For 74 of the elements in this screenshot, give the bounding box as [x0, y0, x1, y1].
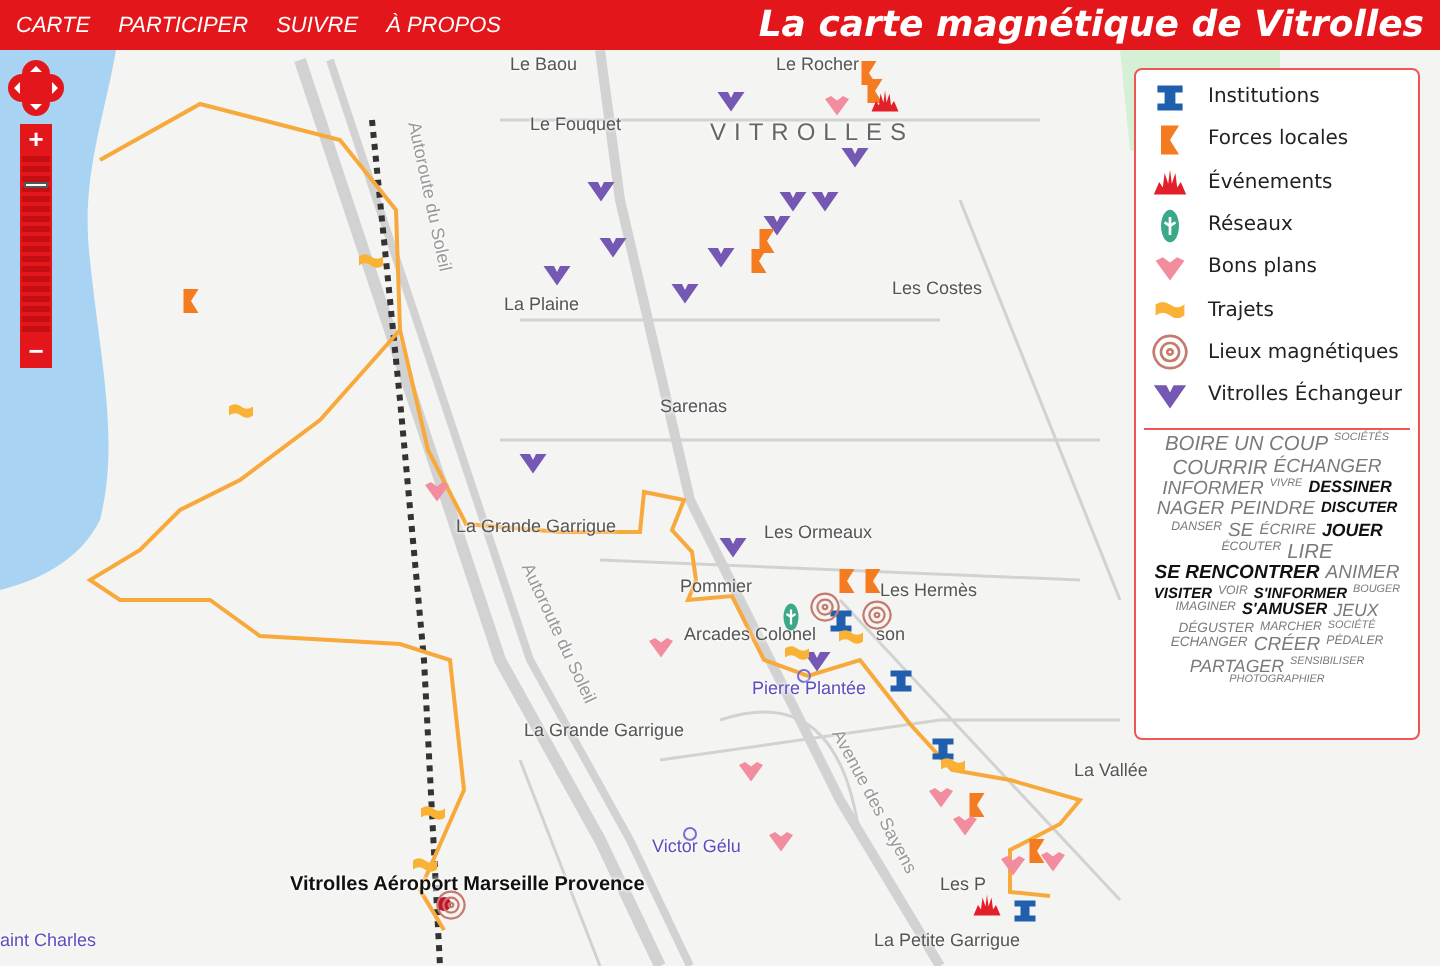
cloud-word: DESSINER: [1308, 479, 1392, 500]
v-shape-icon[interactable]: [670, 278, 700, 308]
nav-link[interactable]: À PROPOS: [386, 13, 502, 37]
cloud-word: NAGER: [1156, 500, 1225, 521]
i-beam-icon: [1152, 79, 1188, 116]
concentric-circles-icon: [1152, 334, 1188, 371]
cloud-word: JEUX: [1333, 602, 1379, 621]
map-label: Les Ormeaux: [764, 522, 873, 542]
cloud-word: JOUER: [1321, 521, 1383, 543]
map-label: Arcades Colonel: [684, 624, 817, 644]
map-label: Sarenas: [660, 396, 728, 416]
v-shape-icon[interactable]: [716, 86, 746, 116]
map-label: La Plaine: [504, 294, 580, 314]
map-label: La Petite Garrigue: [874, 930, 1021, 950]
v-shape-icon[interactable]: [762, 210, 792, 240]
map-label: Les Hermès: [880, 580, 978, 600]
legend-label[interactable]: Vitrolles Échangeur: [1208, 384, 1402, 407]
v-shape-icon[interactable]: [518, 448, 548, 478]
cloud-word: INFORMER: [1162, 479, 1264, 500]
i-beam-icon[interactable]: [928, 734, 958, 764]
nav-link[interactable]: SUIVRE: [276, 13, 359, 37]
cloud-word: ANIMER: [1325, 564, 1400, 585]
cloud-word: SE: [1228, 521, 1254, 542]
cloud-word: BOIRE UN COUP: [1164, 434, 1328, 457]
map-label: Les P: [940, 874, 987, 894]
v-shape-icon[interactable]: [706, 242, 736, 272]
i-beam-icon[interactable]: [826, 606, 856, 636]
v-shape-icon[interactable]: [598, 232, 628, 262]
stop-dot: [797, 669, 811, 683]
v-shape-icon[interactable]: [810, 186, 840, 216]
legend-label[interactable]: Forces locales: [1208, 128, 1349, 151]
cloud-word: PEINDRE: [1230, 500, 1315, 521]
zoom-slider-thumb[interactable]: [24, 182, 48, 189]
v-shape-icon[interactable]: [802, 646, 832, 676]
map-label: aint Charles: [0, 930, 97, 950]
v-shape-icon[interactable]: [718, 532, 748, 562]
stop-dot: [683, 827, 697, 841]
legend-label[interactable]: Lieux magnétiques: [1208, 341, 1399, 364]
station-dot: [437, 897, 451, 911]
nav-link[interactable]: PARTICIPER: [118, 13, 249, 37]
concentric-circles-icon[interactable]: [810, 592, 840, 622]
legend-label[interactable]: Institutions: [1208, 86, 1320, 109]
nav-link[interactable]: CARTE: [16, 13, 91, 37]
i-beam-icon[interactable]: [886, 666, 916, 696]
v-shape-icon[interactable]: [542, 260, 572, 290]
zoom-slider[interactable]: [22, 156, 50, 336]
cloud-word: COURRIR: [1172, 457, 1268, 480]
map-label: Le Baou: [510, 54, 578, 74]
map-label: Le Rocher: [776, 54, 860, 74]
map-label: son: [876, 624, 906, 644]
map-label: Autoroute du Soleil: [404, 120, 456, 273]
legend-label[interactable]: Bons plans: [1208, 256, 1318, 279]
cloud-word: PARTAGER: [1189, 657, 1284, 676]
map-label: La Grande Garrigue: [524, 720, 685, 740]
cloud-word: LIRE: [1287, 542, 1333, 565]
map-label: Victor Gélu: [652, 836, 741, 856]
map-label: La Vallée: [1074, 760, 1148, 780]
map-label: Pierre Plantée: [752, 678, 867, 698]
legend-label[interactable]: Événements: [1208, 171, 1333, 194]
cloud-word: S'AMUSER: [1241, 602, 1328, 620]
legend-label[interactable]: Trajets: [1208, 299, 1274, 322]
cloud-word: SE RENCONTRER: [1154, 564, 1320, 585]
map-label: Les Costes: [892, 278, 983, 298]
map-label: Le Fouquet: [530, 114, 622, 134]
legend-label[interactable]: Réseaux: [1208, 214, 1293, 237]
cloud-word: CRÉER: [1253, 636, 1321, 657]
i-beam-icon[interactable]: [1010, 896, 1040, 926]
v-shape-icon[interactable]: [778, 186, 808, 216]
site-title: La carte magnétique de Vitrolles: [758, 4, 1424, 46]
cloud-word: ÉCHANGER: [1273, 457, 1382, 478]
pan-control[interactable]: [6, 58, 66, 118]
v-shape-icon[interactable]: [586, 176, 616, 206]
map-label: VITROLLES: [710, 118, 915, 146]
v-shape-icon[interactable]: [840, 142, 870, 172]
